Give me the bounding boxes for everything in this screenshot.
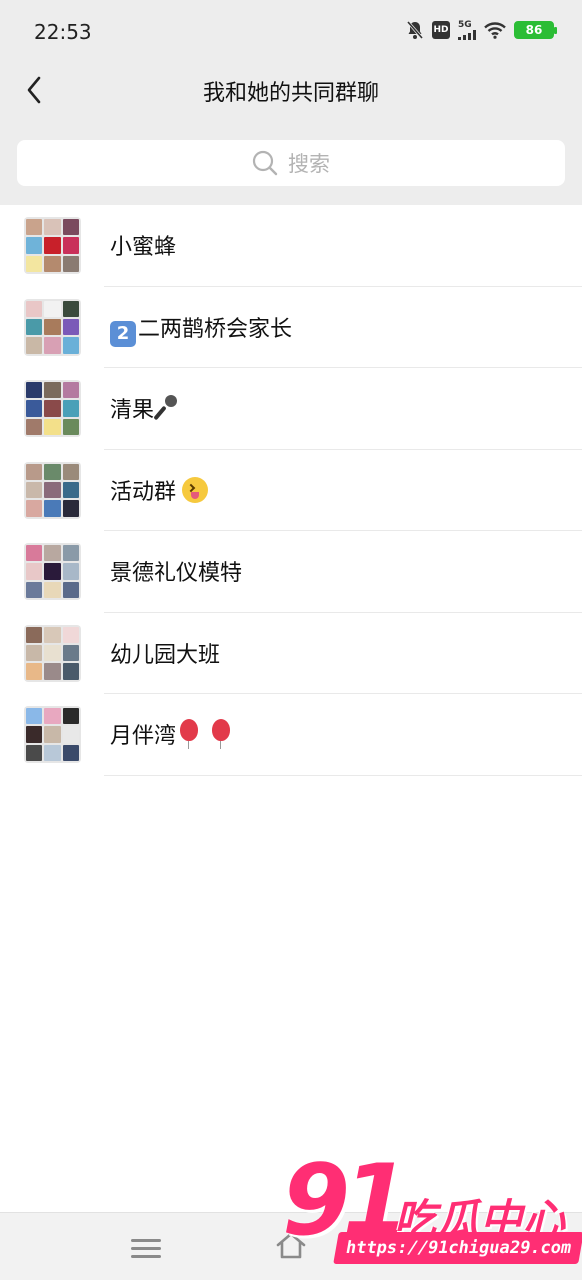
group-avatar — [24, 217, 81, 274]
group-name: 活动群 — [110, 474, 209, 506]
group-name: 景德礼仪模特 — [110, 561, 243, 586]
squinting-tongue-face-emoji — [182, 476, 209, 503]
group-name: 清果 — [110, 392, 178, 424]
group-avatar — [24, 706, 81, 763]
group-avatar — [24, 461, 81, 519]
group-list: 小蜜蜂 2 二两鹊桥会家长 清果 活动群 景德礼仪模特 幼儿园大班 月伴湾 — [0, 205, 582, 776]
5g-signal-icon: 5G — [458, 18, 476, 42]
page-title: 我和她的共同群聊 — [202, 81, 379, 106]
group-row-2[interactable]: 2 二两鹊桥会家长 — [0, 286, 582, 368]
back-triangle-icon[interactable] — [420, 1231, 450, 1261]
group-row-1[interactable]: 小蜜蜂 — [0, 205, 582, 287]
group-name: 2 二两鹊桥会家长 — [110, 311, 292, 347]
group-avatar — [24, 543, 81, 600]
hd-icon: HD — [432, 21, 450, 39]
group-avatar — [24, 298, 81, 356]
group-row-7[interactable]: 月伴湾 — [0, 694, 582, 776]
status-bar: 22:53 HD 5G 86 — [0, 0, 582, 62]
system-navigation-bar — [0, 1212, 582, 1280]
keycap-2-emoji: 2 — [110, 320, 136, 347]
row-divider — [104, 774, 582, 776]
group-name: 幼儿园大班 — [110, 642, 221, 668]
status-time: 22:53 — [34, 20, 92, 44]
balloon-emoji — [180, 719, 199, 749]
battery-icon: 86 — [514, 21, 557, 39]
menu-icon[interactable] — [131, 1233, 161, 1263]
status-icons: HD 5G 86 — [406, 18, 557, 42]
search-bar[interactable]: 搜索 — [17, 140, 565, 186]
balloon-emoji — [212, 719, 231, 749]
wifi-icon — [484, 18, 506, 42]
home-icon[interactable] — [274, 1229, 308, 1263]
header-area: 22:53 HD 5G 86 我和她的共同群聊 搜索 — [0, 0, 582, 205]
navigation-bar: 我和她的共同群聊 — [0, 62, 582, 118]
mute-bell-icon — [406, 18, 424, 42]
group-avatar — [24, 380, 81, 437]
group-row-3[interactable]: 清果 — [0, 368, 582, 450]
group-row-4[interactable]: 活动群 — [0, 449, 582, 531]
search-icon — [252, 150, 278, 176]
group-row-5[interactable]: 景德礼仪模特 — [0, 531, 582, 613]
microphone-emoji — [154, 395, 178, 421]
group-name: 小蜜蜂 — [110, 235, 177, 260]
group-name: 月伴湾 — [110, 718, 231, 750]
network-label: 5G — [458, 19, 472, 30]
group-avatar — [24, 624, 81, 682]
group-row-6[interactable]: 幼儿园大班 — [0, 612, 582, 694]
search-placeholder: 搜索 — [288, 152, 330, 176]
